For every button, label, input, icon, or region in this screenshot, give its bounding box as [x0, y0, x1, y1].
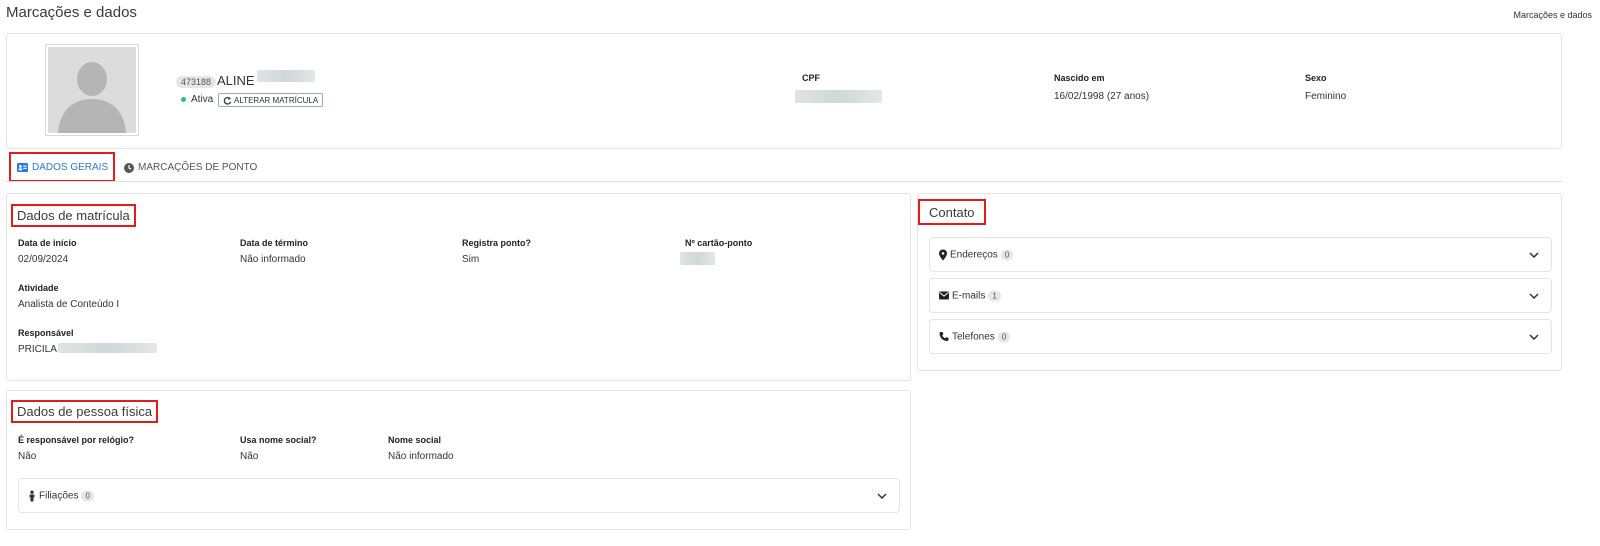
enderecos-count: 0	[1000, 249, 1014, 260]
sex-label: Sexo	[1305, 73, 1327, 83]
breadcrumb[interactable]: Marcações e dados	[1513, 10, 1592, 20]
emails-accordion[interactable]: E-mails 1	[929, 278, 1552, 313]
redacted-surname	[257, 70, 315, 82]
status-dot	[181, 97, 186, 102]
filiacoes-accordion[interactable]: Filiações 0	[18, 478, 900, 513]
nome-social-value: Não informado	[388, 451, 454, 462]
emails-count: 1	[988, 290, 1001, 301]
avatar	[45, 44, 139, 136]
envelope-icon	[939, 291, 949, 300]
data-termino-label: Data de término	[240, 238, 309, 248]
person-icon	[29, 490, 35, 501]
data-inicio-value: 02/09/2024	[18, 254, 69, 265]
chevron-down-icon[interactable]	[877, 492, 887, 499]
data-inicio-label: Data de início	[18, 238, 77, 248]
map-marker-icon	[939, 249, 947, 260]
responsavel-relogio-value: Não	[18, 451, 37, 462]
redacted-cartao-ponto	[680, 252, 715, 265]
cartao-ponto-label: Nº cartão-ponto	[685, 238, 753, 248]
sex-value: Feminino	[1305, 91, 1347, 102]
enderecos-label: Endereços	[950, 249, 998, 260]
telefones-count: 0	[997, 331, 1011, 342]
contato-card: Contato Endereços 0 E-mails 1 Telefones …	[917, 193, 1562, 371]
cpf-label: CPF	[802, 73, 820, 83]
person-name: ALINE	[217, 73, 255, 88]
clock-icon	[124, 162, 134, 173]
birth-label: Nascido em	[1054, 73, 1105, 83]
filiacoes-count: 0	[81, 490, 94, 501]
refresh-icon	[223, 96, 232, 105]
tab-dados-gerais[interactable]: DADOS GERAIS	[9, 152, 115, 182]
usa-nome-social-label: Usa nome social?	[240, 435, 317, 445]
chevron-down-icon[interactable]	[1529, 251, 1539, 258]
nome-social-label: Nome social	[388, 435, 442, 445]
data-termino-value: Não informado	[240, 254, 306, 265]
registra-ponto-label: Registra ponto?	[462, 238, 531, 248]
matricula-card: Dados de matrícula Data de início 02/09/…	[6, 193, 911, 381]
filiacoes-label: Filiações	[39, 490, 79, 501]
alter-matricula-button[interactable]: ALTERAR MATRÍCULA	[218, 93, 324, 107]
responsavel-relogio-label: É responsável por relógio?	[18, 435, 135, 445]
atividade-label: Atividade	[18, 283, 59, 293]
matricula-id-badge: 473188	[176, 76, 217, 88]
telefones-label: Telefones	[952, 331, 995, 342]
pessoa-fisica-title: Dados de pessoa física	[11, 400, 159, 423]
registra-ponto-value: Sim	[462, 254, 480, 265]
chevron-down-icon[interactable]	[1529, 292, 1539, 299]
id-card-icon	[17, 162, 28, 172]
birth-value: 16/02/1998 (27 anos)	[1054, 91, 1150, 102]
redacted-cpf	[795, 90, 882, 103]
alter-matricula-label: ALTERAR MATRÍCULA	[234, 95, 319, 105]
contato-title: Contato	[918, 199, 986, 225]
redacted-responsavel-surname	[58, 343, 157, 353]
tab-marcacoes-de-ponto[interactable]: MARCAÇÕES DE PONTO	[124, 162, 257, 173]
matricula-title: Dados de matrícula	[11, 204, 136, 227]
page-title: Marcações e dados	[6, 4, 137, 21]
status-text: Ativa	[191, 94, 214, 105]
profile-card: 473188 ALINE Ativa ALTERAR MATRÍCULA CPF…	[6, 33, 1562, 149]
tabs-divider	[6, 181, 1562, 182]
usa-nome-social-value: Não	[240, 451, 259, 462]
user-placeholder-icon	[58, 62, 126, 133]
chevron-down-icon[interactable]	[1529, 333, 1539, 340]
emails-label: E-mails	[952, 290, 986, 301]
enderecos-accordion[interactable]: Endereços 0	[929, 237, 1552, 272]
tab-dados-gerais-label: DADOS GERAIS	[32, 161, 109, 173]
pessoa-fisica-card: Dados de pessoa física É responsável por…	[6, 390, 911, 530]
responsavel-label: Responsável	[18, 328, 74, 338]
atividade-value: Analista de Conteúdo I	[18, 299, 120, 310]
responsavel-value: PRICILA	[18, 344, 57, 355]
tab-marcacoes-label: MARCAÇÕES DE PONTO	[138, 162, 258, 173]
phone-icon	[939, 332, 949, 341]
telefones-accordion[interactable]: Telefones 0	[929, 319, 1552, 354]
